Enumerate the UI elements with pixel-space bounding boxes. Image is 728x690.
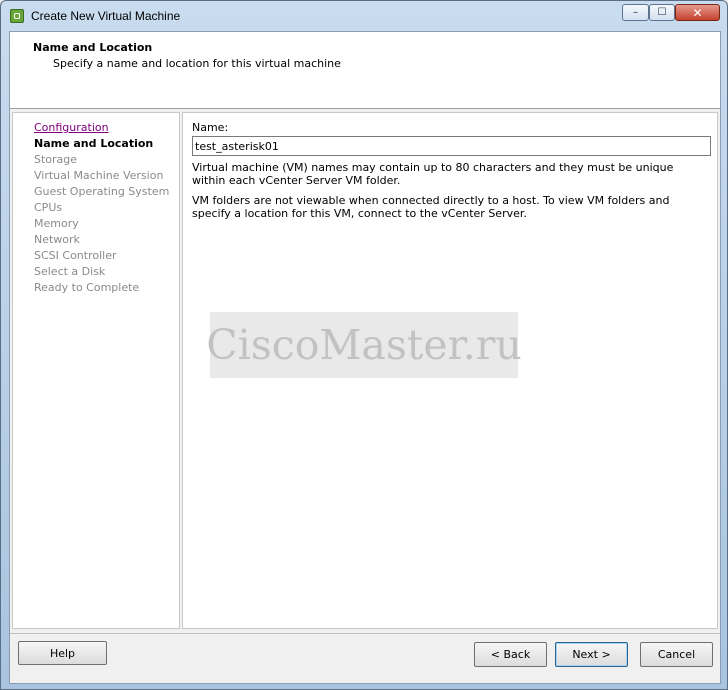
nav-item-vm-version: Virtual Machine Version: [34, 169, 164, 182]
vsphere-app-icon: [10, 9, 24, 23]
nav-item-scsi-controller: SCSI Controller: [34, 249, 117, 262]
minimize-icon: –: [633, 7, 638, 18]
nav-item-configuration[interactable]: Configuration: [34, 121, 109, 134]
footer-divider: [10, 633, 720, 634]
nav-item-network: Network: [34, 233, 80, 246]
nav-item-cpus: CPUs: [34, 201, 63, 214]
vm-folder-info-text: VM folders are not viewable when connect…: [192, 194, 670, 220]
maximize-icon: ☐: [657, 7, 667, 18]
wizard-header: Name and Location Specify a name and loc…: [10, 32, 720, 109]
page-subtitle: Specify a name and location for this vir…: [53, 57, 341, 70]
next-button[interactable]: Next >: [555, 642, 628, 667]
cancel-button[interactable]: Cancel: [640, 642, 713, 667]
back-button[interactable]: < Back: [474, 642, 547, 667]
maximize-button[interactable]: ☐: [649, 4, 675, 21]
nav-item-memory: Memory: [34, 217, 79, 230]
minimize-button[interactable]: –: [622, 4, 649, 21]
nav-item-select-disk: Select a Disk: [34, 265, 106, 278]
window-title: Create New Virtual Machine: [31, 9, 181, 23]
vm-name-input[interactable]: [192, 136, 711, 156]
nav-item-name-and-location: Name and Location: [34, 137, 154, 150]
close-icon: ✕: [692, 5, 703, 20]
watermark-text: CiscoMaster.ru: [206, 312, 522, 378]
wizard-steps-panel: Configuration Name and Location Storage …: [12, 112, 180, 629]
nav-item-ready-to-complete: Ready to Complete: [34, 281, 140, 294]
title-bar[interactable]: Create New Virtual Machine – ☐ ✕: [1, 1, 727, 31]
vm-name-info-text: Virtual machine (VM) names may contain u…: [192, 161, 674, 187]
close-button[interactable]: ✕: [675, 4, 720, 21]
nav-item-storage: Storage: [34, 153, 78, 166]
help-button[interactable]: Help: [18, 641, 107, 665]
page-title: Name and Location: [33, 41, 153, 54]
name-label: Name:: [192, 121, 229, 134]
nav-item-guest-os: Guest Operating System: [34, 185, 170, 198]
